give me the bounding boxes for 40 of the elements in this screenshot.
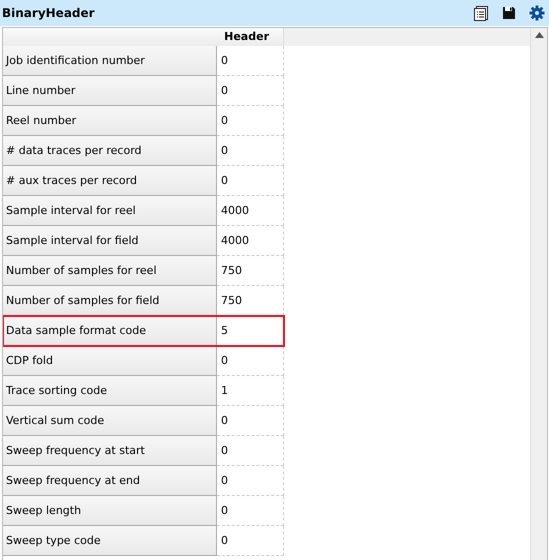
row-header: Number of samples for reel: [3, 256, 217, 286]
row-header: Sweep frequency at end: [3, 466, 217, 496]
window-title: BinaryHeader: [2, 6, 96, 20]
table-cell[interactable]: 1: [217, 376, 284, 406]
row-header: Number of samples for field: [3, 286, 217, 316]
table-cell[interactable]: 4000: [217, 196, 284, 226]
table-cell[interactable]: 0: [217, 166, 284, 196]
table-cell[interactable]: 0: [217, 496, 284, 526]
scroll-up-icon[interactable]: [534, 32, 544, 38]
table-cell[interactable]: 0: [217, 106, 284, 136]
table-cell[interactable]: 750: [217, 286, 284, 316]
table-cell[interactable]: 0: [217, 346, 284, 376]
row-header: Sample interval for field: [3, 226, 217, 256]
row-header: Reel number: [3, 106, 217, 136]
table-cell[interactable]: 750: [217, 256, 284, 286]
table-cell[interactable]: 0: [217, 76, 284, 106]
table-cell[interactable]: 4000: [217, 226, 284, 256]
table-cell[interactable]: 0: [217, 46, 284, 76]
row-header: Job identification number: [3, 46, 217, 76]
row-header: Trace sorting code: [3, 376, 217, 406]
row-header: Sample interval for reel: [3, 196, 217, 226]
row-header: Line number: [3, 76, 217, 106]
table-cell[interactable]: 0: [217, 406, 284, 436]
table-cell[interactable]: 0: [217, 466, 284, 496]
row-header: Sweep type code: [3, 526, 217, 556]
column-header[interactable]: Header: [3, 28, 284, 46]
table-cell[interactable]: 0: [217, 526, 284, 556]
row-header: CDP fold: [3, 346, 217, 376]
row-header: Vertical sum code: [3, 406, 217, 436]
document-list-icon[interactable]: [473, 5, 489, 21]
save-icon[interactable]: [501, 5, 517, 21]
row-header: Sweep length: [3, 496, 217, 526]
table-cell[interactable]: 0: [217, 436, 284, 466]
row-header: # aux traces per record: [3, 166, 217, 196]
settings-icon[interactable]: [529, 5, 545, 21]
row-header: Data sample format code: [3, 316, 217, 346]
row-header: Sweep frequency at start: [3, 436, 217, 466]
table-cell[interactable]: 5: [217, 316, 284, 346]
table-cell[interactable]: 0: [217, 136, 284, 166]
row-header: # data traces per record: [3, 136, 217, 166]
